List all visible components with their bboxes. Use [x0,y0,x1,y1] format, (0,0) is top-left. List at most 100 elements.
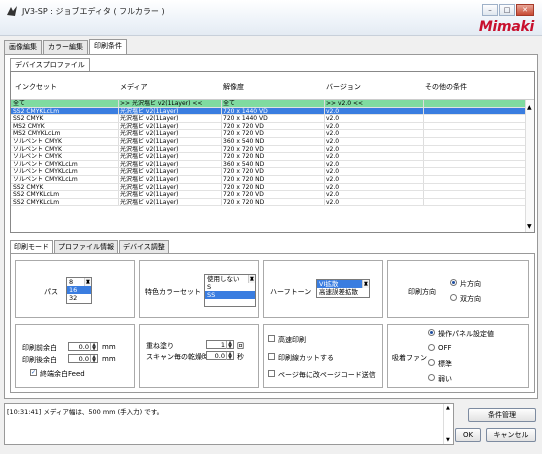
direction-one-way-radio[interactable] [450,279,457,286]
condition-manage-button[interactable]: 条件管理 [468,408,536,422]
table-cell: 光沢塩ビ v2(1Layer) [118,137,179,145]
pass-list[interactable]: 8 16 32 ▲ ▼ [66,277,92,304]
halftone-option[interactable]: 高速誤差拡散 [317,288,369,296]
table-row[interactable]: ソルベント CMYK 光沢塩ビ v2(1Layer) 720 x 720 VD v2.… [11,145,525,154]
pagecode-label[interactable]: ページ毎に改ページコード送信 [278,370,376,380]
special-color-list[interactable]: 使用しない S SS ▲ ▼ [204,274,256,307]
stepper-arrows-icon[interactable]: ▲ ▼ [226,341,233,350]
cancel-button[interactable]: キャンセル [486,428,536,442]
tab-color-edit[interactable]: カラー編集 [43,40,88,54]
fan-standard-label[interactable]: 標準 [438,359,452,369]
col-media[interactable]: メディア [120,82,148,92]
stepper-arrows-icon[interactable]: ▲ ▼ [90,355,97,364]
margin-front-stepper[interactable]: 0.0 ▲ ▼ [68,342,98,352]
cutline-label[interactable]: 印刷線カットする [278,353,334,363]
col-version[interactable]: バージョン [326,82,361,92]
table-row[interactable]: MS2 CMYK 光沢塩ビ v2(1Layer) 720 x 720 VD v2.0 [11,122,525,131]
fan-off-label[interactable]: OFF [438,344,452,352]
table-cell: v2.0 [324,122,340,130]
table-cell: 720 x 720 VD [221,145,264,153]
table-cell: 光沢塩ビ v2(1Layer) [118,198,179,206]
table-scrollbar[interactable]: ▲ ▼ [525,100,534,232]
tab-device-adjust[interactable]: デバイス調整 [119,240,169,253]
cutline-checkbox[interactable] [268,353,275,360]
col-other[interactable]: その他の条件 [425,82,467,92]
table-cell: ソルベント CMYK [13,137,62,145]
table-row[interactable]: SS2 CMYKLcLm 光沢塩ビ v2(1Layer) 720 x 720 ND v… [11,198,525,207]
table-row[interactable]: ソルベント CMYKLcLm 光沢塩ビ v2(1Layer) 720 x 720 N… [11,175,525,184]
scroll-down-icon[interactable]: ▼ [446,437,450,443]
white-feed-checkbox[interactable]: ✓ [30,369,37,376]
table-row[interactable]: ソルベント CMYKLcLm 光沢塩ビ v2(1Layer) 720 x 720 V… [11,168,525,176]
pass-option[interactable]: 32 [67,294,91,302]
chevron-down-icon[interactable]: ▼ [250,275,254,283]
scroll-down-icon[interactable]: ▼ [527,223,532,230]
pagecode-checkbox[interactable] [268,370,275,377]
table-cell [423,145,523,153]
dry-time-stepper[interactable]: 0.0 ▲ ▼ [206,351,234,361]
fan-weak-radio[interactable] [428,374,435,381]
fan-panel-radio[interactable] [428,329,435,336]
scroll-up-icon[interactable]: ▲ [446,405,450,411]
tab-image-edit[interactable]: 画像編集 [4,40,42,54]
table-cell: 光沢塩ビ v2(1Layer) [118,191,179,199]
table-cell: v2.0 [324,130,340,138]
chevron-down-icon[interactable]: ▼ [364,280,368,288]
table-cell: 全て [221,100,236,107]
table-row[interactable]: ソルベント CMYK 光沢塩ビ v2(1Layer) 360 x 540 ND v2.… [11,137,525,146]
table-cell: 光沢塩ビ v2(1Layer) [118,122,179,130]
pass-group: パス 8 16 32 ▲ ▼ [15,260,135,318]
highspeed-label[interactable]: 高速印刷 [278,335,306,345]
mimaki-logo: Mimaki [478,19,534,35]
table-row-all-filter[interactable]: 全て >> 光沢塩ビ v2(1Layer) << 全て >> v2.0 << [11,100,525,108]
halftone-list[interactable]: VI拡散 高速誤差拡散 ▲ ▼ [316,279,370,298]
ok-button[interactable]: OK [455,428,481,442]
tab-print-conditions[interactable]: 印刷条件 [89,39,127,54]
table-row[interactable]: SS2 CMYKLcLm 光沢塩ビ v2(1Layer) 720 x 1440 VD… [11,107,525,116]
fan-standard-radio[interactable] [428,359,435,366]
table-cell: 720 x 1440 VD [221,115,268,123]
table-cell: 720 x 720 ND [221,153,265,161]
direction-two-way-label[interactable]: 双方向 [460,294,481,304]
col-inkset[interactable]: インクセット [15,82,57,92]
table-row[interactable]: ソルベント CMYKLcLm 光沢塩ビ v2(1Layer) 360 x 540 N… [11,160,525,169]
table-row[interactable]: SS2 CMYK 光沢塩ビ v2(1Layer) 720 x 1440 VD v2.0 [11,115,525,123]
table-row[interactable]: ソルベント CMYK 光沢塩ビ v2(1Layer) 720 x 720 ND v2.… [11,153,525,161]
fan-weak-label[interactable]: 弱い [438,374,452,384]
overprint-stepper[interactable]: 1 ▲ ▼ [206,340,234,350]
white-feed-label[interactable]: 終端余白Feed [40,369,85,379]
table-row[interactable]: SS2 CMYKLcLm 光沢塩ビ v2(1Layer) 720 x 720 VD v… [11,191,525,199]
direction-two-way-radio[interactable] [450,294,457,301]
col-resolution[interactable]: 解像度 [223,82,244,92]
fan-panel-label[interactable]: 操作パネル設定値 [438,329,494,339]
fan-off-radio[interactable] [428,344,435,351]
table-row[interactable]: SS2 CMYK 光沢塩ビ v2(1Layer) 720 x 720 ND v2.0 [11,183,525,192]
tab-profile-info[interactable]: プロファイル情報 [54,240,118,253]
table-cell: 光沢塩ビ v2(1Layer) [118,160,179,168]
highspeed-checkbox[interactable] [268,335,275,342]
table-cell: >> v2.0 << [324,100,364,107]
chevron-down-icon[interactable]: ▼ [86,278,90,286]
tab-device-profile[interactable]: デバイスプロファイル [10,58,90,71]
table-row[interactable]: MS2 CMYKLcLm 光沢塩ビ v2(1Layer) 720 x 720 VD v… [11,130,525,138]
log-scrollbar[interactable]: ▲ ▼ [443,404,453,444]
close-button[interactable]: ✕ [516,4,534,16]
table-cell: ソルベント CMYKLcLm [13,168,78,176]
special-color-option[interactable]: S [205,283,255,291]
direction-one-way-label[interactable]: 片方向 [460,279,481,289]
stepper-arrows-icon[interactable]: ▲ ▼ [226,352,233,361]
log-area[interactable]: [10:31:41] メディア幅は、500 mm (手入力) です。 [4,403,454,445]
title-bar: JV3-SP : ジョブエディタ ( フルカラー ) – □ ✕ Mimaki [0,0,542,36]
scroll-up-icon[interactable]: ▲ [527,104,532,111]
special-color-option-selected[interactable]: SS [205,291,255,299]
tab-print-mode[interactable]: 印刷モード [10,240,53,253]
maximize-button[interactable]: □ [499,4,515,16]
margin-back-stepper[interactable]: 0.0 ▲ ▼ [68,354,98,364]
pass-option-selected[interactable]: 16 [67,286,91,294]
margin-back-unit: mm [102,355,116,363]
stepper-arrows-icon[interactable]: ▲ ▼ [90,343,97,352]
margin-back-label: 印刷後余白 [22,356,57,364]
minimize-button[interactable]: – [482,4,498,16]
table-cell: 光沢塩ビ v2(1Layer) [118,115,179,123]
table-cell: v2.0 [324,175,340,183]
